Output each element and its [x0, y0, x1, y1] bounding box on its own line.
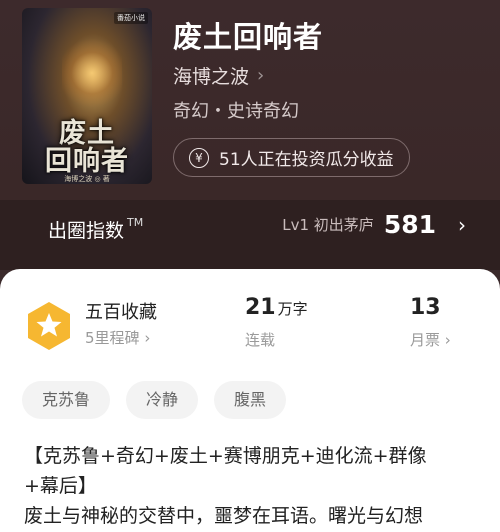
word-count-unit: 万字 — [277, 300, 308, 318]
cover-author: 海博之波 ◎ 著 — [64, 175, 110, 183]
cover-publisher-tag: 番茄小说 — [114, 12, 148, 24]
monthly-tickets-label: 月票 — [410, 331, 441, 349]
chevron-right-icon: › — [257, 65, 265, 86]
influence-label-text: 出圈指数 — [48, 220, 125, 242]
influence-level: Lv1 初出茅庐 — [282, 216, 374, 234]
word-count-value: 21 — [245, 295, 276, 320]
serial-status: 连载 — [245, 331, 276, 349]
monthly-tickets-value: 13 — [410, 295, 441, 320]
tag-list: 克苏鲁 冷静 腹黑 — [22, 381, 302, 419]
influence-index-row[interactable]: 出圈指数 TM Lv1 初出茅庐 581 › — [0, 200, 500, 270]
description-line: +幕后】 — [24, 475, 97, 497]
chevron-right-icon: › — [458, 212, 466, 237]
cover-title-line1: 废土 — [59, 118, 115, 149]
author-name: 海博之波 — [173, 66, 250, 88]
trademark-mark: TM — [127, 216, 144, 229]
cover-art-glow — [62, 38, 122, 108]
collect-milestone-sub: 5里程碑 — [85, 329, 140, 347]
description-line: 【克苏鲁+奇幻+废土+赛博朋克+迪化流+群像 — [24, 445, 427, 467]
collect-milestone-title: 五百收藏 — [85, 302, 157, 323]
influence-label: 出圈指数 TM — [48, 216, 143, 243]
book-cover[interactable]: 番茄小说 废土 回响者 海博之波 ◎ 著 — [22, 8, 152, 184]
monthly-tickets-link[interactable]: 月票 › — [410, 329, 451, 350]
book-genre: 奇幻・史诗奇幻 — [173, 101, 299, 122]
chevron-right-icon: › — [144, 329, 151, 347]
book-title: 废土回响者 — [173, 20, 324, 54]
book-header: 番茄小说 废土 回响者 海博之波 ◎ 著 废土回响者 海博之波 › 奇幻・史诗奇… — [0, 0, 500, 200]
cover-title: 废土 回响者 — [22, 120, 152, 176]
word-count: 21 万字 — [245, 295, 308, 320]
collect-milestone-link[interactable]: 5里程碑 › — [85, 327, 150, 348]
tag-chip[interactable]: 冷静 — [126, 381, 199, 419]
yen-icon: ¥ — [189, 147, 209, 168]
author-link[interactable]: 海博之波 › — [173, 62, 264, 89]
tag-chip[interactable]: 克苏鲁 — [22, 381, 111, 419]
book-description[interactable]: 【克苏鲁+奇幻+废土+赛博朋克+迪化流+群像 +幕后】 废土与神秘的交替中，噩梦… — [24, 441, 484, 531]
book-info-card: 五百收藏 5里程碑 › 21 万字 连载 13 月票 › 克苏鲁 冷静 腹黑 【克… — [0, 269, 500, 532]
description-line: 废土与神秘的交替中，噩梦在耳语。曙光与幻想 — [24, 505, 424, 527]
cover-title-line2: 回响者 — [45, 146, 129, 177]
influence-summary: Lv1 初出茅庐 581 › — [282, 210, 466, 239]
tag-chip[interactable]: 腹黑 — [214, 381, 287, 419]
invest-text: 51人正在投资瓜分收益 — [219, 150, 394, 170]
chevron-right-icon: › — [444, 331, 451, 349]
milestone-star-badge-icon — [28, 302, 70, 350]
invest-button[interactable]: ¥ 51人正在投资瓜分收益 — [173, 138, 410, 177]
influence-score: 581 — [383, 210, 436, 239]
